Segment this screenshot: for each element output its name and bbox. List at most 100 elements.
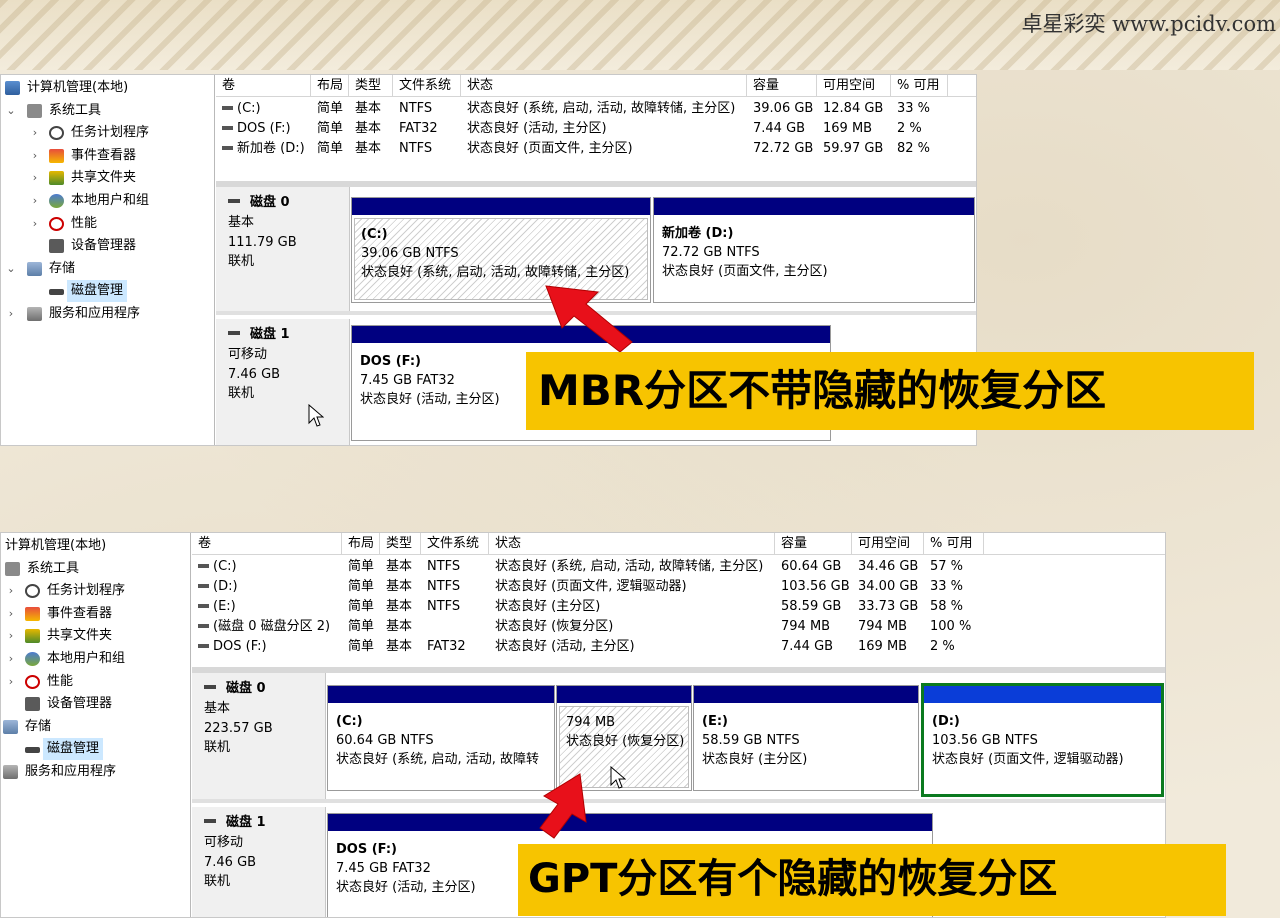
- column-header-capacity[interactable]: 容量: [775, 533, 852, 555]
- cell-free: 794 MB: [858, 619, 908, 634]
- chevron-right-icon[interactable]: ›: [5, 303, 17, 325]
- chevron-right-icon[interactable]: ›: [29, 145, 41, 167]
- table-row[interactable]: (磁盘 0 磁盘分区 2) 简单 基本 状态良好 (恢复分区) 794 MB 794 MB…: [192, 617, 1165, 637]
- partition-label: (C:): [361, 227, 388, 242]
- volume-icon: [198, 603, 209, 608]
- column-header-status[interactable]: 状态: [489, 533, 775, 555]
- table-row[interactable]: 新加卷 (D:) 简单 基本 NTFS 状态良好 (页面文件, 主分区) 72.72 GB…: [216, 139, 976, 159]
- chevron-right-icon[interactable]: ›: [29, 190, 41, 212]
- partition-e[interactable]: (E:) 58.59 GB NTFS 状态良好 (主分区): [693, 685, 919, 791]
- tree-item-root[interactable]: 计算机管理(本地): [1, 77, 214, 100]
- partition-d[interactable]: 新加卷 (D:) 72.72 GB NTFS 状态良好 (页面文件, 主分区): [653, 197, 975, 303]
- chevron-right-icon[interactable]: ›: [29, 167, 41, 189]
- column-header-type[interactable]: 类型: [349, 75, 393, 97]
- tree-item-local-users[interactable]: › 本地用户和组: [1, 648, 190, 671]
- column-header-free-space[interactable]: 可用空间: [817, 75, 891, 97]
- cell-layout: 简单: [317, 121, 344, 136]
- tree-item-performance[interactable]: › 性能: [1, 213, 214, 236]
- chevron-down-icon[interactable]: ⌄: [5, 100, 17, 122]
- partition-label: (E:): [702, 714, 728, 729]
- volume-list: 卷 布局 类型 文件系统 状态 容量 可用空间 % 可用 (C:) 简单 基本 NTF…: [216, 75, 976, 187]
- column-header-type[interactable]: 类型: [380, 533, 421, 555]
- tools-icon: [5, 561, 20, 576]
- table-row[interactable]: (E:) 简单 基本 NTFS 状态良好 (主分区) 58.59 GB 33.73 GB 58…: [192, 597, 1165, 617]
- table-row[interactable]: (D:) 简单 基本 NTFS 状态良好 (页面文件, 逻辑驱动器) 103.56 GB 3…: [192, 577, 1165, 597]
- storage-icon: [3, 719, 18, 734]
- column-header-filesystem[interactable]: 文件系统: [421, 533, 489, 555]
- cell-free: 34.46 GB: [858, 559, 919, 574]
- volume-icon: [198, 623, 209, 628]
- table-row[interactable]: (C:) 简单 基本 NTFS 状态良好 (系统, 启动, 活动, 故障转储, 主分区)…: [216, 99, 976, 119]
- storage-icon: [27, 261, 42, 276]
- tree-item-system-tools[interactable]: 系统工具: [1, 558, 190, 581]
- partition-c[interactable]: (C:) 60.64 GB NTFS 状态良好 (系统, 启动, 活动, 故障转: [327, 685, 555, 791]
- tree-item-event-viewer[interactable]: › 事件查看器: [1, 603, 190, 626]
- table-row[interactable]: (C:) 简单 基本 NTFS 状态良好 (系统, 启动, 活动, 故障转储, 主分区)…: [192, 557, 1165, 577]
- gpt-callout: GPT分区有个隐藏的恢复分区: [518, 844, 1226, 916]
- column-header-layout[interactable]: 布局: [311, 75, 349, 97]
- column-header-volume[interactable]: 卷: [216, 75, 311, 97]
- partition-label: (D:): [932, 714, 960, 729]
- column-header-percent-free[interactable]: % 可用: [891, 75, 948, 97]
- chevron-right-icon[interactable]: ›: [5, 625, 17, 647]
- cell-pct: 33 %: [897, 101, 931, 116]
- column-header-status[interactable]: 状态: [461, 75, 747, 97]
- tree-item-services[interactable]: › 服务和应用程序: [1, 303, 214, 326]
- cell-type: 基本: [386, 559, 413, 574]
- column-header-volume[interactable]: 卷: [192, 533, 342, 555]
- tree-item-device-manager[interactable]: 设备管理器: [1, 693, 190, 716]
- tree-item-disk-management[interactable]: 磁盘管理: [1, 280, 214, 303]
- disk-info[interactable]: 磁盘 0 基本 223.57 GB 联机: [192, 673, 326, 799]
- cell-layout: 简单: [317, 101, 344, 116]
- cell-status: 状态良好 (恢复分区): [495, 619, 614, 634]
- chevron-down-icon[interactable]: ⌄: [5, 258, 17, 280]
- tree-item-services[interactable]: 服务和应用程序: [1, 761, 190, 784]
- tree-item-shared-folders[interactable]: › 共享文件夹: [1, 167, 214, 190]
- table-row[interactable]: DOS (F:) 简单 基本 FAT32 状态良好 (活动, 主分区) 7.44 GB 16…: [216, 119, 976, 139]
- partition-body: (E:) 58.59 GB NTFS 状态良好 (主分区): [696, 706, 916, 788]
- disk-type: 基本: [204, 701, 231, 716]
- tree-item-task-scheduler[interactable]: › 任务计划程序: [1, 122, 214, 145]
- cell-pct: 58 %: [930, 599, 964, 614]
- table-row[interactable]: DOS (F:) 简单 基本 FAT32 状态良好 (活动, 主分区) 7.44 GB 16…: [192, 637, 1165, 657]
- chevron-right-icon[interactable]: ›: [5, 671, 17, 693]
- cell-name: DOS (F:): [216, 119, 291, 139]
- cell-layout: 简单: [348, 639, 375, 654]
- tree-item-performance[interactable]: › 性能: [1, 671, 190, 694]
- chevron-right-icon[interactable]: ›: [29, 213, 41, 235]
- services-icon: [27, 306, 42, 321]
- tree-item-task-scheduler[interactable]: › 任务计划程序: [1, 580, 190, 603]
- column-header-filesystem[interactable]: 文件系统: [393, 75, 461, 97]
- tree-item-event-viewer[interactable]: › 事件查看器: [1, 145, 214, 168]
- partition-d[interactable]: (D:) 103.56 GB NTFS 状态良好 (页面文件, 逻辑驱动器): [921, 683, 1164, 797]
- cell-fs: NTFS: [427, 579, 461, 594]
- volume-list: 卷 布局 类型 文件系统 状态 容量 可用空间 % 可用 (C:) 简单 基本 NTF…: [192, 533, 1165, 673]
- column-header-layout[interactable]: 布局: [342, 533, 380, 555]
- chevron-right-icon[interactable]: ›: [5, 648, 17, 670]
- disk-name: 磁盘 1: [204, 813, 325, 833]
- partition-size: 39.06 GB NTFS: [361, 246, 459, 261]
- tree-item-shared-folders[interactable]: › 共享文件夹: [1, 625, 190, 648]
- chevron-right-icon[interactable]: ›: [5, 603, 17, 625]
- cell-free: 59.97 GB: [823, 141, 884, 156]
- disk-info[interactable]: 磁盘 1 可移动 7.46 GB 联机: [192, 807, 326, 917]
- cell-type: 基本: [355, 121, 382, 136]
- chevron-right-icon[interactable]: ›: [5, 580, 17, 602]
- tree-item-storage[interactable]: 存储: [1, 716, 190, 739]
- chevron-right-icon[interactable]: ›: [29, 122, 41, 144]
- column-header-capacity[interactable]: 容量: [747, 75, 817, 97]
- cell-layout: 简单: [317, 141, 344, 156]
- tree-item-device-manager[interactable]: 设备管理器: [1, 235, 214, 258]
- partition-bar: [694, 686, 918, 703]
- tree-item-root[interactable]: 计算机管理(本地): [1, 535, 190, 558]
- cell-fs: FAT32: [399, 121, 438, 136]
- column-header-percent-free[interactable]: % 可用: [924, 533, 984, 555]
- tree-item-storage[interactable]: ⌄ 存储: [1, 258, 214, 281]
- tree-item-local-users[interactable]: › 本地用户和组: [1, 190, 214, 213]
- cell-free: 34.00 GB: [858, 579, 919, 594]
- tree-item-disk-management[interactable]: 磁盘管理: [1, 738, 190, 761]
- column-header-free-space[interactable]: 可用空间: [852, 533, 924, 555]
- tree-item-system-tools[interactable]: ⌄ 系统工具: [1, 100, 214, 123]
- disk-info[interactable]: 磁盘 0 基本 111.79 GB 联机: [216, 187, 350, 311]
- disk-info[interactable]: 磁盘 1 可移动 7.46 GB 联机: [216, 319, 350, 445]
